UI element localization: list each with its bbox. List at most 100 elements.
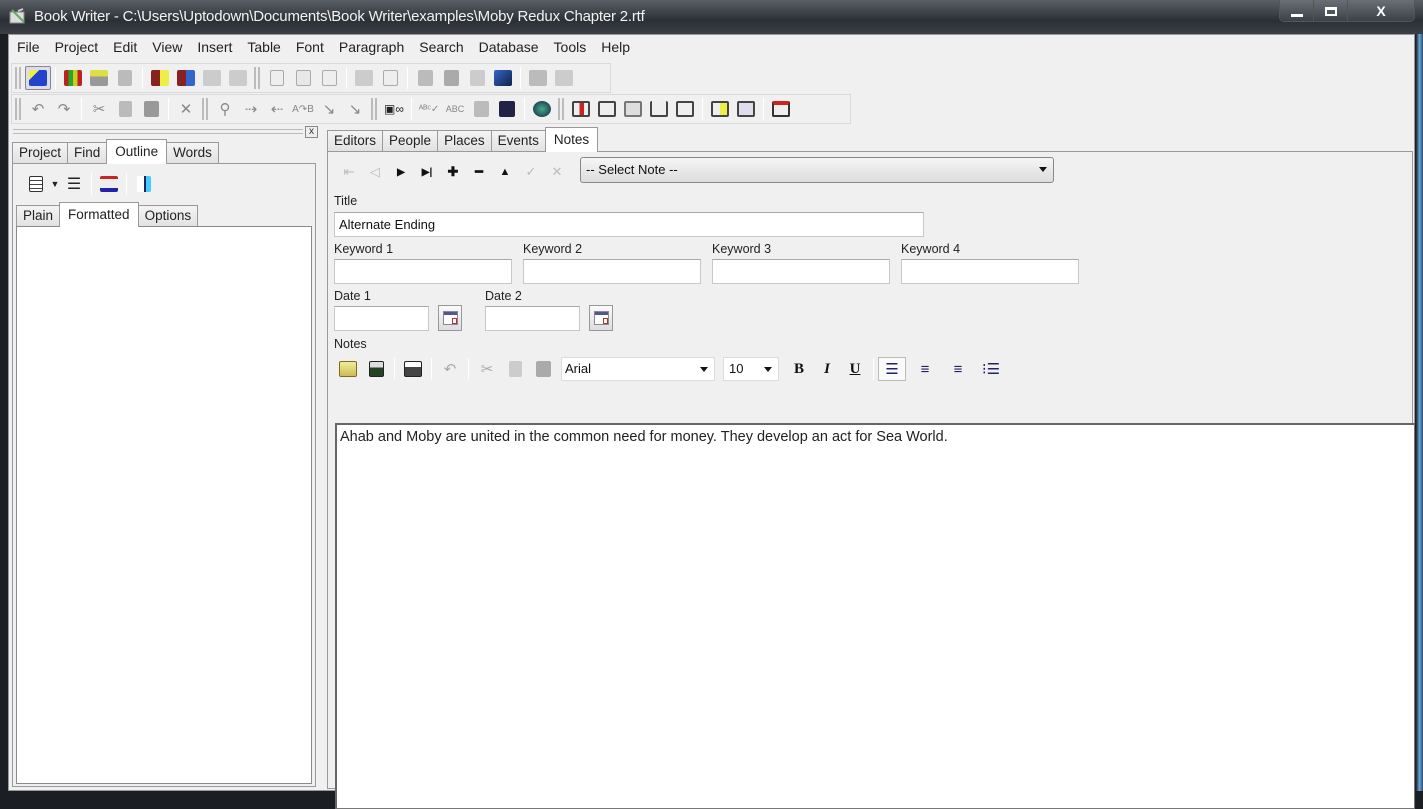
date2-input[interactable] (485, 306, 580, 331)
toolbar-grip[interactable] (15, 98, 21, 120)
outline-view-button[interactable] (23, 172, 49, 196)
delete-record-button[interactable]: ━ (466, 161, 492, 183)
bullet-list-button[interactable]: ☰ (61, 172, 87, 196)
align-right-button[interactable]: ≡ (944, 357, 972, 381)
undo-button[interactable]: ↶ (25, 97, 51, 121)
align-left-button[interactable]: ☰ (878, 357, 906, 381)
redo-button[interactable]: ↷ (51, 97, 77, 121)
find-button[interactable]: ⚲ (212, 97, 238, 121)
insert-table-button[interactable] (568, 97, 594, 121)
tab-events[interactable]: Events (490, 130, 546, 152)
replace-button[interactable]: A↷B (290, 97, 316, 121)
maximize-button[interactable] (1314, 0, 1348, 21)
open-button[interactable] (334, 357, 362, 381)
menu-paragraph[interactable]: Paragraph (331, 36, 411, 58)
table-properties-button[interactable] (620, 97, 646, 121)
tab-outline[interactable]: Outline (106, 139, 168, 164)
tab-plain[interactable]: Plain (16, 205, 61, 227)
remove-chapter-button[interactable] (225, 66, 251, 90)
tab-formatted[interactable]: Formatted (59, 202, 139, 227)
menu-file[interactable]: File (9, 36, 47, 58)
goto-line-button[interactable]: ↘ (342, 97, 368, 121)
minimize-button[interactable] (1280, 0, 1314, 21)
date1-calendar-button[interactable] (438, 305, 462, 331)
new-chapter-button[interactable] (147, 66, 173, 90)
word-count-button[interactable] (494, 97, 520, 121)
menu-font[interactable]: Font (288, 36, 331, 58)
panel-close-button[interactable]: x (305, 126, 318, 138)
move-heading-button[interactable] (96, 172, 122, 196)
tab-people[interactable]: People (382, 130, 439, 152)
save-all-button[interactable] (438, 66, 464, 90)
insert-chapter-button[interactable] (199, 66, 225, 90)
tab-find[interactable]: Find (67, 142, 108, 164)
menu-edit[interactable]: Edit (105, 36, 144, 58)
table-preview-button[interactable] (733, 97, 759, 121)
last-record-button[interactable]: ▶| (414, 161, 440, 183)
keyword2-input[interactable] (523, 259, 701, 284)
document-list-button[interactable] (377, 66, 403, 90)
spellcheck-button[interactable]: ᴬᴮᶜ✓ (416, 97, 442, 121)
goto-button[interactable]: ↘ (316, 97, 342, 121)
menu-project[interactable]: Project (47, 36, 106, 58)
tab-words[interactable]: Words (166, 142, 219, 164)
date1-input[interactable] (334, 306, 429, 331)
publish-button[interactable] (490, 66, 516, 90)
format-symbols-button[interactable]: ▣∞ (381, 97, 407, 121)
insert-row-button[interactable] (594, 97, 620, 121)
print-button[interactable] (525, 66, 551, 90)
keyword4-input[interactable] (901, 259, 1079, 284)
menu-table[interactable]: Table (239, 36, 287, 58)
tab-project[interactable]: Project (12, 142, 69, 164)
find-next-button[interactable]: ⇢ (238, 97, 264, 121)
add-record-button[interactable]: ✚ (440, 161, 466, 183)
panel-grip[interactable] (13, 129, 303, 134)
new-document-button[interactable] (264, 66, 290, 90)
first-record-button[interactable]: ⇤ (336, 161, 362, 183)
paste-notes-button[interactable] (529, 357, 557, 381)
merge-cells-button[interactable] (646, 97, 672, 121)
split-cells-button[interactable] (672, 97, 698, 121)
table-tools-button[interactable] (768, 97, 794, 121)
print-notes-button[interactable] (399, 357, 427, 381)
outline-select-button[interactable] (131, 172, 157, 196)
send-button[interactable] (464, 66, 490, 90)
toolbar-grip[interactable] (254, 67, 260, 89)
export-button[interactable] (112, 66, 138, 90)
template-button[interactable] (290, 66, 316, 90)
library-button[interactable] (60, 66, 86, 90)
print-preview-button[interactable] (551, 66, 577, 90)
italic-button[interactable]: I (813, 357, 841, 381)
next-record-button[interactable]: ▶ (388, 161, 414, 183)
toolbar-grip[interactable] (558, 98, 564, 120)
bold-button[interactable]: B (785, 357, 813, 381)
date2-calendar-button[interactable] (589, 305, 613, 331)
underline-button[interactable]: U (841, 357, 869, 381)
menu-search[interactable]: Search (411, 36, 470, 58)
cut-notes-button[interactable]: ✂ (473, 357, 501, 381)
tab-notes[interactable]: Notes (544, 127, 599, 152)
font-name-select[interactable]: Arial (561, 357, 715, 381)
text-format-button[interactable] (316, 66, 342, 90)
cell-properties-button[interactable] (707, 97, 733, 121)
bullets-button[interactable]: ⁝☰ (977, 357, 1005, 381)
save-button[interactable] (412, 66, 438, 90)
thesaurus-button[interactable] (468, 97, 494, 121)
menu-database[interactable]: Database (471, 36, 546, 58)
cut-button[interactable]: ✂ (86, 97, 112, 121)
title-input[interactable]: Alternate Ending (334, 212, 924, 237)
open-folder-button[interactable] (351, 66, 377, 90)
notes-editor[interactable]: Ahab and Moby are united in the common n… (335, 423, 1415, 809)
tab-places[interactable]: Places (437, 130, 492, 152)
save-notes-button[interactable] (362, 357, 390, 381)
tab-options[interactable]: Options (137, 205, 199, 227)
font-size-select[interactable]: 10 (723, 357, 779, 381)
spellcheck-auto-button[interactable]: ABC (442, 97, 468, 121)
close-button[interactable]: X (1348, 0, 1414, 21)
cancel-record-button[interactable]: ✕ (544, 161, 570, 183)
align-center-button[interactable]: ≡ (911, 357, 939, 381)
find-previous-button[interactable]: ⇠ (264, 97, 290, 121)
project-wizard-button[interactable] (25, 66, 51, 90)
prev-record-button[interactable]: ◁ (362, 161, 388, 183)
keyword1-input[interactable] (334, 259, 512, 284)
